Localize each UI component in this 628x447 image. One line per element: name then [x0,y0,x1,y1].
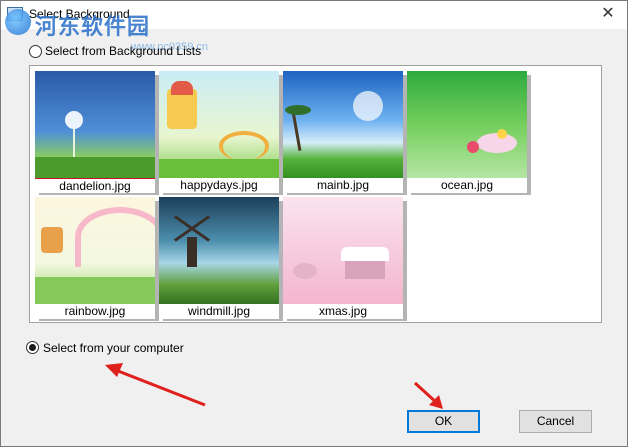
annotation-arrow-icon [105,363,206,407]
xmas-thumbnail [283,197,403,307]
radio-from-list[interactable] [29,45,42,58]
radio-from-computer-label: Select from your computer [43,341,184,355]
radio-from-computer[interactable] [26,341,39,354]
ok-button[interactable]: OK [407,410,480,433]
background-item-label: mainb.jpg [283,178,403,193]
rainbow-thumbnail [35,197,155,307]
background-item-happydays[interactable]: happydays.jpg [159,71,283,195]
background-list[interactable]: dandelion.jpg happydays.jpg mainb.jpg oc… [29,65,602,323]
watermark-logo-icon [5,9,31,35]
mainb-thumbnail [283,71,403,181]
background-item-windmill[interactable]: windmill.jpg [159,197,283,321]
background-item-label: happydays.jpg [159,178,279,193]
annotation-arrow-icon [413,381,443,409]
background-item-label: ocean.jpg [407,178,527,193]
happydays-thumbnail [159,71,279,181]
background-item-ocean[interactable]: ocean.jpg [407,71,531,195]
background-item-mainb[interactable]: mainb.jpg [283,71,407,195]
background-item-label: xmas.jpg [283,304,403,319]
dandelion-thumbnail [35,71,155,181]
background-item-xmas[interactable]: xmas.jpg [283,197,407,321]
background-item-label: windmill.jpg [159,304,279,319]
ocean-thumbnail [407,71,527,181]
watermark-text: 河东软件园 [35,15,151,40]
background-item-label: dandelion.jpg [35,178,155,193]
background-item-dandelion[interactable]: dandelion.jpg [35,71,159,195]
cancel-button[interactable]: Cancel [519,410,592,433]
close-button[interactable]: ✕ [589,1,627,29]
background-item-rainbow[interactable]: rainbow.jpg [35,197,159,321]
background-item-label: rainbow.jpg [35,304,155,319]
radio-from-list-label: Select from Background Lists [45,44,202,58]
windmill-thumbnail [159,197,279,307]
select-background-dialog: Select Background ✕ 河东软件园 www.pc0359.cn … [0,0,628,447]
